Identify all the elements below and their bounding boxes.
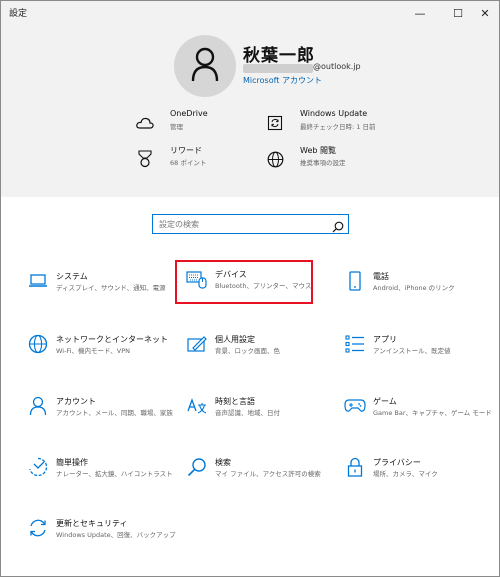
category-title: アプリ — [373, 335, 397, 344]
medal-icon — [134, 148, 156, 170]
category-title: 電話 — [373, 272, 389, 281]
settings-window: 設定 — ☐ ✕ 秋葉一郎 @outlook.jp Microsoft アカウン… — [0, 0, 500, 577]
category-time-language[interactable]: 時刻と言語 音声認識、地域、日付 — [185, 394, 335, 434]
category-title: システム — [56, 272, 88, 281]
category-subtitle: Wi-Fi、機内モード、VPN — [56, 347, 130, 355]
phone-icon — [343, 269, 367, 293]
settings-search[interactable]: 設定の検索 — [152, 214, 349, 234]
category-title: 簡単操作 — [56, 458, 88, 467]
header-item-subtitle: 最終チェック日時: 1 日前 — [300, 123, 376, 131]
header-item-rewards[interactable]: リワード 68 ポイント — [134, 145, 254, 175]
category-title: ネットワークとインターネット — [56, 335, 168, 344]
sync-icon — [264, 112, 286, 134]
category-title: 更新とセキュリティ — [56, 519, 128, 528]
category-subtitle: アカウント、メール、同期、職場、家族 — [56, 409, 173, 417]
lock-icon — [343, 455, 367, 479]
globe-icon — [264, 148, 286, 170]
apps-list-icon — [343, 332, 367, 356]
globe-icon — [26, 332, 50, 356]
maximize-button[interactable]: ☐ — [444, 1, 472, 25]
category-subtitle: ナレーター、拡大鏡、ハイコントラスト — [56, 470, 173, 478]
category-title: アカウント — [56, 397, 96, 406]
category-gaming[interactable]: ゲーム Game Bar、キャプチャ、ゲーム モード — [343, 394, 493, 434]
category-apps[interactable]: アプリ アンインストール、既定値 — [343, 332, 493, 372]
category-subtitle: マイ ファイル、アクセス許可の検索 — [215, 470, 321, 478]
header-item-title: リワード — [170, 146, 202, 155]
category-network[interactable]: ネットワークとインターネット Wi-Fi、機内モード、VPN — [26, 332, 176, 372]
category-subtitle: 背景、ロック画面、色 — [215, 347, 280, 355]
search-input[interactable]: 設定の検索 — [159, 219, 199, 230]
category-privacy[interactable]: プライバシー 場所、カメラ、マイク — [343, 455, 493, 495]
user-email: @outlook.jp — [313, 62, 361, 71]
category-phone[interactable]: 電話 Android、iPhone のリンク — [343, 269, 493, 309]
category-ease-of-access[interactable]: 簡単操作 ナレーター、拡大鏡、ハイコントラスト — [26, 455, 176, 495]
category-subtitle: Windows Update、回復、バックアップ — [56, 531, 176, 539]
category-subtitle: アンインストール、既定値 — [373, 347, 451, 355]
person-icon — [26, 394, 50, 418]
update-icon — [26, 516, 50, 540]
email-redacted — [243, 64, 313, 73]
window-title: 設定 — [9, 9, 28, 19]
header-item-windows-update[interactable]: Windows Update 最終チェック日時: 1 日前 — [264, 109, 384, 139]
category-subtitle: Game Bar、キャプチャ、ゲーム モード — [373, 409, 492, 417]
header-item-subtitle: 管理 — [170, 123, 183, 131]
category-system[interactable]: システム ディスプレイ、サウンド、通知、電源 — [26, 269, 176, 309]
paint-icon — [185, 332, 209, 356]
account-header: 秋葉一郎 @outlook.jp Microsoft アカウント OneDriv… — [1, 25, 499, 197]
category-subtitle: Android、iPhone のリンク — [373, 284, 455, 292]
person-icon — [191, 47, 219, 82]
search-icon[interactable] — [332, 218, 344, 237]
category-title: 個人用設定 — [215, 335, 255, 344]
category-subtitle: ディスプレイ、サウンド、通知、電源 — [56, 284, 166, 292]
user-name: 秋葉一郎 — [243, 46, 315, 66]
category-title: 時刻と言語 — [215, 397, 255, 406]
category-subtitle: 音声認識、地域、日付 — [215, 409, 280, 417]
avatar[interactable] — [174, 35, 236, 97]
category-search[interactable]: 検索 マイ ファイル、アクセス許可の検索 — [185, 455, 335, 495]
category-personalization[interactable]: 個人用設定 背景、ロック画面、色 — [185, 332, 335, 372]
category-update-security[interactable]: 更新とセキュリティ Windows Update、回復、バックアップ — [26, 516, 176, 556]
devices-highlight-frame — [175, 260, 313, 304]
accessibility-icon — [26, 455, 50, 479]
minimize-button[interactable]: — — [406, 1, 434, 25]
cloud-icon — [134, 112, 156, 134]
microsoft-account-link[interactable]: Microsoft アカウント — [243, 75, 322, 86]
category-title: プライバシー — [373, 458, 421, 467]
header-item-title: OneDrive — [170, 109, 208, 118]
close-button[interactable]: ✕ — [471, 1, 499, 25]
header-item-web-browsing[interactable]: Web 閲覧 推奨事項の設定 — [264, 145, 384, 175]
header-item-subtitle: 推奨事項の設定 — [300, 159, 346, 167]
header-item-subtitle: 68 ポイント — [170, 159, 207, 167]
header-item-title: Windows Update — [300, 109, 368, 118]
language-icon — [185, 394, 209, 418]
laptop-icon — [26, 269, 50, 293]
search-icon — [185, 455, 209, 479]
category-subtitle: 場所、カメラ、マイク — [373, 470, 438, 478]
title-bar: 設定 — ☐ ✕ — [1, 1, 499, 25]
gamepad-icon — [343, 394, 367, 418]
header-item-title: Web 閲覧 — [300, 146, 336, 155]
category-title: ゲーム — [373, 397, 397, 406]
header-item-onedrive[interactable]: OneDrive 管理 — [134, 109, 254, 139]
category-accounts[interactable]: アカウント アカウント、メール、同期、職場、家族 — [26, 394, 176, 434]
category-title: 検索 — [215, 458, 231, 467]
